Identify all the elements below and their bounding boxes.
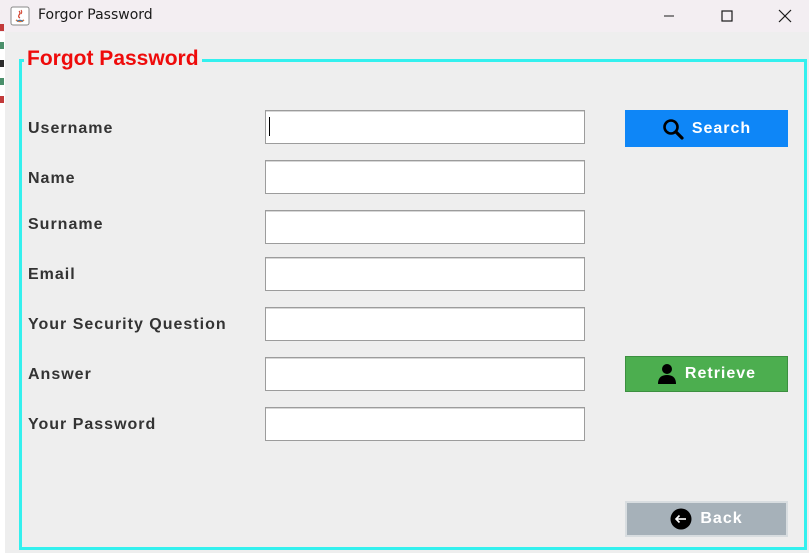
email-label: Email: [28, 266, 76, 283]
name-label: Name: [28, 170, 76, 187]
security-question-label: Your Security Question: [28, 316, 227, 333]
surname-field[interactable]: [265, 210, 585, 244]
background-mark: [0, 24, 4, 31]
search-button[interactable]: Search: [625, 110, 788, 147]
close-button[interactable]: [756, 0, 809, 32]
password-field[interactable]: [265, 407, 585, 441]
maximize-button[interactable]: [698, 0, 756, 32]
background-mark: [0, 96, 4, 103]
text-caret: [269, 117, 270, 136]
window-title: Forgor Password: [38, 7, 153, 23]
search-button-label: Search: [691, 119, 752, 137]
title-bar: Forgor Password: [0, 0, 809, 32]
background-mark: [0, 60, 4, 67]
background-mark: [0, 78, 4, 85]
name-field[interactable]: [265, 160, 585, 194]
surname-label: Surname: [28, 216, 104, 233]
minimize-icon: [664, 15, 674, 17]
username-label: Username: [28, 120, 114, 137]
back-button-label: Back: [700, 510, 743, 527]
username-field[interactable]: [265, 110, 585, 144]
java-app-icon: [10, 6, 30, 26]
answer-label: Answer: [28, 366, 92, 383]
back-button[interactable]: Back: [625, 501, 788, 537]
user-icon: [657, 363, 677, 385]
password-label: Your Password: [28, 416, 157, 433]
email-field[interactable]: [265, 257, 585, 291]
security-question-field[interactable]: [265, 307, 585, 341]
retrieve-button[interactable]: Retrieve: [625, 356, 788, 392]
panel-title: Forgot Password: [24, 46, 202, 72]
answer-field[interactable]: [265, 357, 585, 391]
retrieve-button-label: Retrieve: [684, 365, 757, 382]
minimize-button[interactable]: [640, 0, 698, 32]
background-mark: [0, 42, 4, 49]
background-window-edge: [0, 24, 5, 553]
close-icon: [778, 9, 792, 23]
maximize-icon: [721, 10, 733, 22]
search-icon: [662, 118, 684, 140]
back-arrow-icon: [670, 508, 692, 530]
